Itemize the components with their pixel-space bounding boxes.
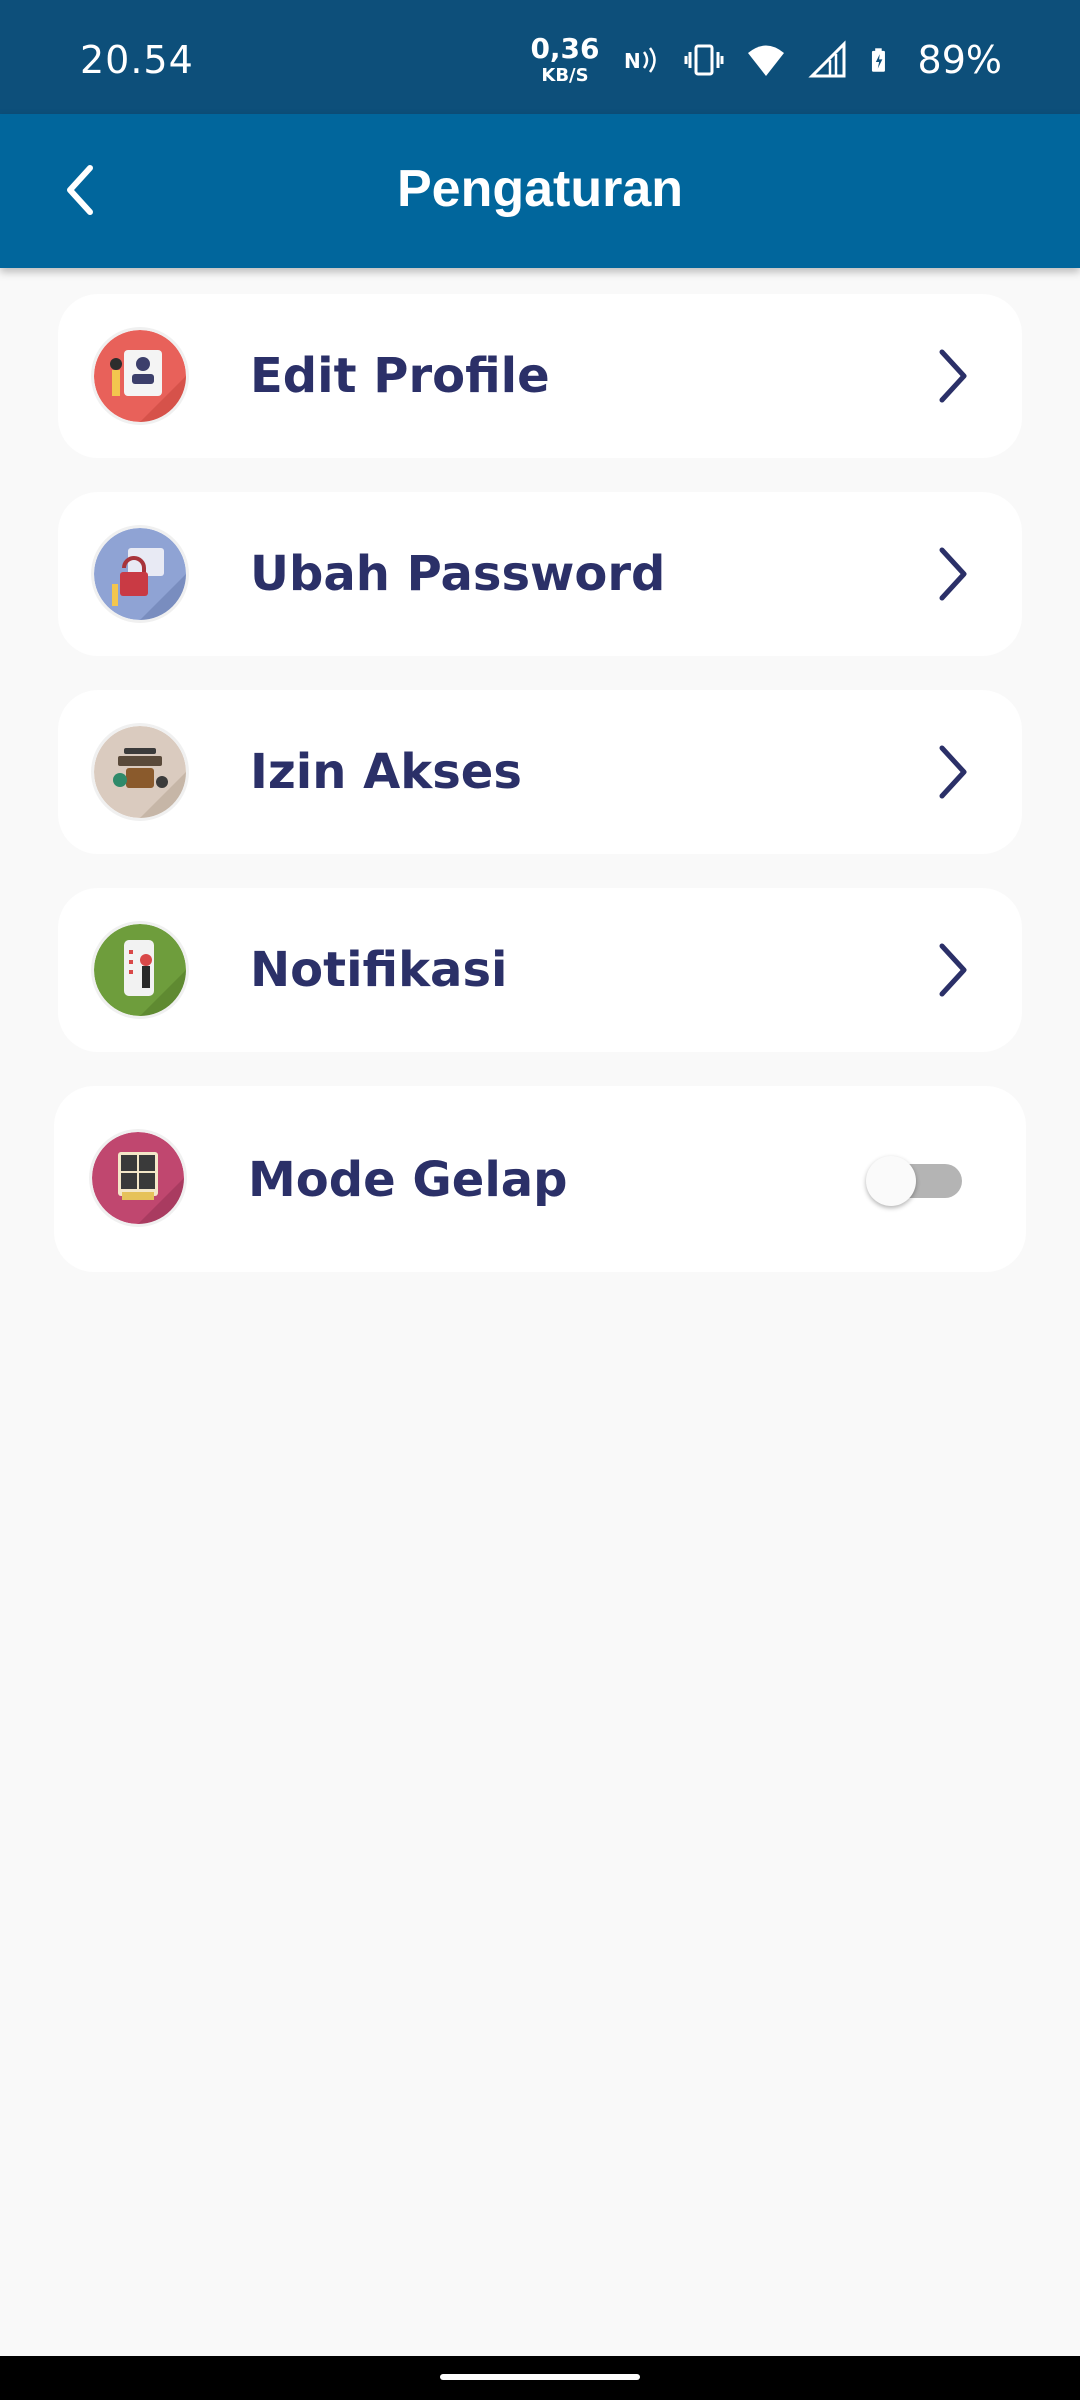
status-bar: 20.54 0,36 KB/S N 89% <box>0 0 1080 114</box>
settings-item-label: Edit Profile <box>250 348 550 404</box>
chevron-right-icon <box>918 342 986 410</box>
signal-icon <box>807 40 846 78</box>
svg-text:N: N <box>624 49 641 73</box>
network-speed-value: 0,36 <box>530 32 600 65</box>
nfc-icon: N <box>624 47 656 73</box>
dark-mode-toggle[interactable] <box>866 1156 964 1206</box>
page-title: Pengaturan <box>396 160 684 218</box>
password-illustration-icon <box>94 528 186 620</box>
toggle-thumb <box>866 1156 916 1206</box>
wifi-icon <box>747 45 784 76</box>
settings-item-notifications[interactable]: Notifikasi <box>58 888 1022 1052</box>
app-bar: Pengaturan <box>0 114 1080 268</box>
battery-charging-icon <box>871 48 885 72</box>
settings-item-label: Notifikasi <box>250 942 508 998</box>
network-speed: 0,36 KB/S <box>530 35 599 85</box>
chevron-right-icon <box>918 738 986 806</box>
vibrate-icon <box>684 44 724 76</box>
chevron-right-icon <box>918 936 986 1004</box>
settings-item-change-password[interactable]: Ubah Password <box>58 492 1022 656</box>
profile-illustration-icon <box>94 330 186 422</box>
settings-item-access-permission[interactable]: Izin Akses <box>58 690 1022 854</box>
home-indicator[interactable] <box>440 2374 640 2380</box>
dark-mode-label: Mode Gelap <box>248 1152 568 1208</box>
system-navigation-bar <box>0 2356 1080 2400</box>
settings-item-label: Izin Akses <box>250 744 522 800</box>
settings-item-label: Ubah Password <box>250 546 666 602</box>
status-icons: 0,36 KB/S N 89% <box>530 30 1002 90</box>
status-time: 20.54 <box>80 38 194 82</box>
network-speed-unit: KB/S <box>541 65 589 86</box>
battery-percentage: 89% <box>917 38 1002 82</box>
access-illustration-icon <box>94 726 186 818</box>
notification-illustration-icon <box>94 924 186 1016</box>
chevron-right-icon <box>918 540 986 608</box>
settings-item-dark-mode: Mode Gelap <box>54 1086 1026 1272</box>
theme-illustration-icon <box>92 1132 184 1224</box>
settings-item-edit-profile[interactable]: Edit Profile <box>58 294 1022 458</box>
